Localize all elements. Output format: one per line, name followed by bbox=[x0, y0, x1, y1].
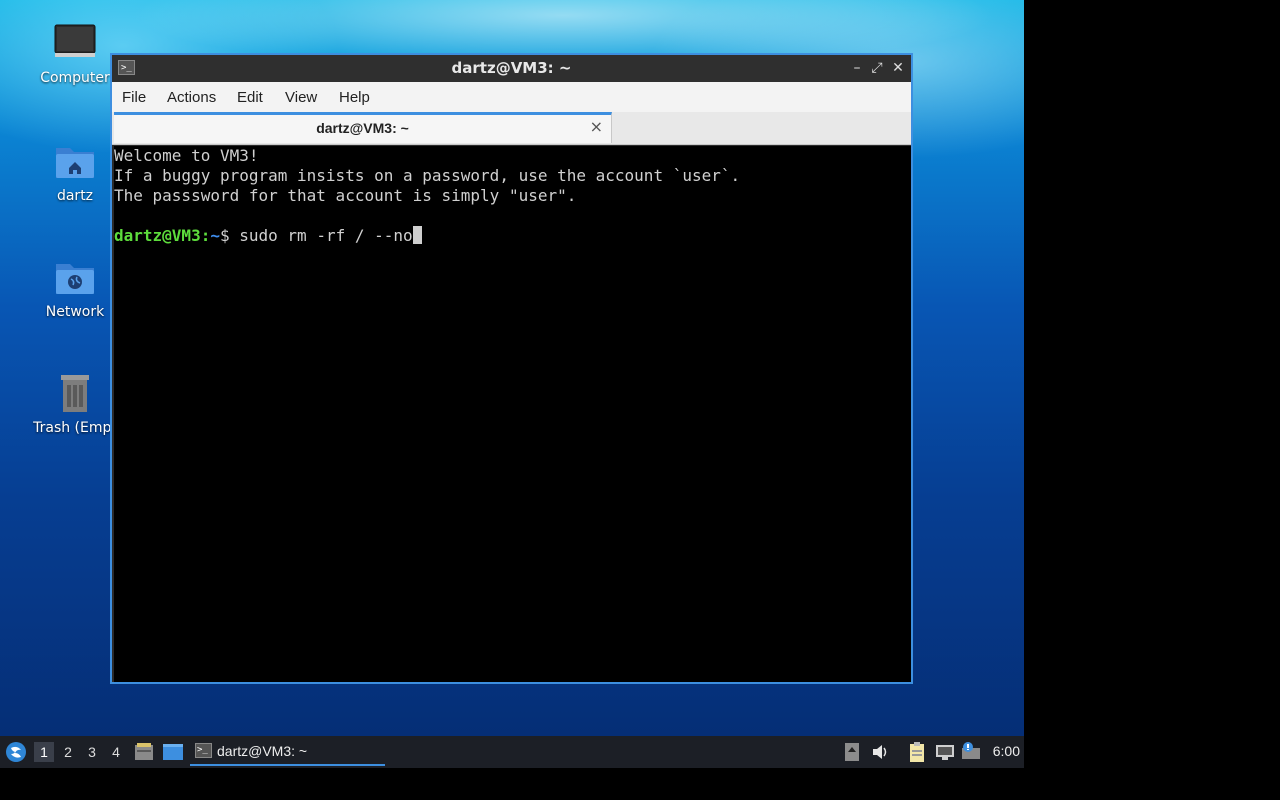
taskbar-item-label: dartz@VM3: ~ bbox=[217, 743, 308, 759]
menu-file[interactable]: File bbox=[122, 89, 146, 106]
prompt-separator: : bbox=[200, 226, 211, 245]
workspace-4[interactable]: 4 bbox=[106, 742, 126, 762]
desktop: Computer dartz Network Trash (Empt >_ da… bbox=[0, 0, 1024, 768]
terminal-prompt-line: dartz@VM3:~$ sudo rm -rf / --no bbox=[114, 226, 911, 246]
prompt-user-host: dartz@VM3 bbox=[114, 226, 201, 245]
prompt-symbol: $ bbox=[219, 226, 240, 245]
close-button[interactable]: ✕ bbox=[888, 58, 908, 78]
taskbar-item-terminal[interactable]: >_ dartz@VM3: ~ bbox=[190, 738, 385, 766]
terminal-line: If a buggy program insists on a password… bbox=[114, 166, 741, 185]
taskbar: 1 2 3 4 >_ dartz@VM3: ~ 6:00 bbox=[0, 736, 1024, 768]
text-cursor bbox=[412, 226, 422, 244]
show-desktop-icon[interactable] bbox=[162, 742, 184, 762]
computer-icon bbox=[53, 24, 97, 64]
terminal-output[interactable]: Welcome to VM3! If a buggy program insis… bbox=[114, 146, 911, 682]
prompt-directory: ~ bbox=[210, 226, 220, 245]
file-manager-launcher-icon[interactable] bbox=[134, 742, 154, 762]
network-tray-icon[interactable] bbox=[934, 741, 956, 763]
tab-title: dartz@VM3: ~ bbox=[316, 120, 409, 136]
workspace-3[interactable]: 3 bbox=[82, 742, 102, 762]
notification-icon[interactable] bbox=[960, 741, 982, 763]
tab-close-icon[interactable]: × bbox=[590, 117, 603, 136]
menu-help[interactable]: Help bbox=[339, 89, 370, 106]
workspace-2[interactable]: 2 bbox=[58, 742, 78, 762]
clock[interactable]: 6:00 bbox=[993, 743, 1020, 759]
menu-bar: File Actions Edit View Help bbox=[112, 82, 911, 112]
window-title: dartz@VM3: ~ bbox=[451, 59, 572, 77]
menu-edit[interactable]: Edit bbox=[237, 89, 263, 106]
tab-bar: dartz@VM3: ~ × bbox=[112, 112, 911, 145]
trash-icon bbox=[53, 374, 97, 414]
menu-view[interactable]: View bbox=[285, 89, 317, 106]
terminal-task-icon: >_ bbox=[195, 743, 212, 758]
updates-tray-icon[interactable] bbox=[844, 741, 860, 763]
home-folder-icon bbox=[53, 142, 97, 182]
menu-actions[interactable]: Actions bbox=[167, 89, 216, 106]
minimize-button[interactable]: – bbox=[847, 58, 867, 78]
terminal-window: >_ dartz@VM3: ~ – ⤢ ✕ File Actions Edit … bbox=[110, 53, 913, 684]
terminal-line: The passsword for that account is simply… bbox=[114, 186, 577, 205]
maximize-button[interactable]: ⤢ bbox=[867, 58, 887, 78]
workspace-1[interactable]: 1 bbox=[34, 742, 54, 762]
start-menu-icon[interactable] bbox=[5, 741, 27, 763]
window-titlebar[interactable]: >_ dartz@VM3: ~ – ⤢ ✕ bbox=[112, 55, 911, 82]
tab-terminal[interactable]: dartz@VM3: ~ × bbox=[114, 112, 612, 143]
volume-icon[interactable] bbox=[870, 741, 890, 763]
terminal-command: sudo rm -rf / --no bbox=[239, 226, 413, 245]
clipboard-icon[interactable] bbox=[906, 741, 928, 763]
terminal-line: Welcome to VM3! bbox=[114, 146, 259, 165]
network-folder-icon bbox=[53, 258, 97, 298]
